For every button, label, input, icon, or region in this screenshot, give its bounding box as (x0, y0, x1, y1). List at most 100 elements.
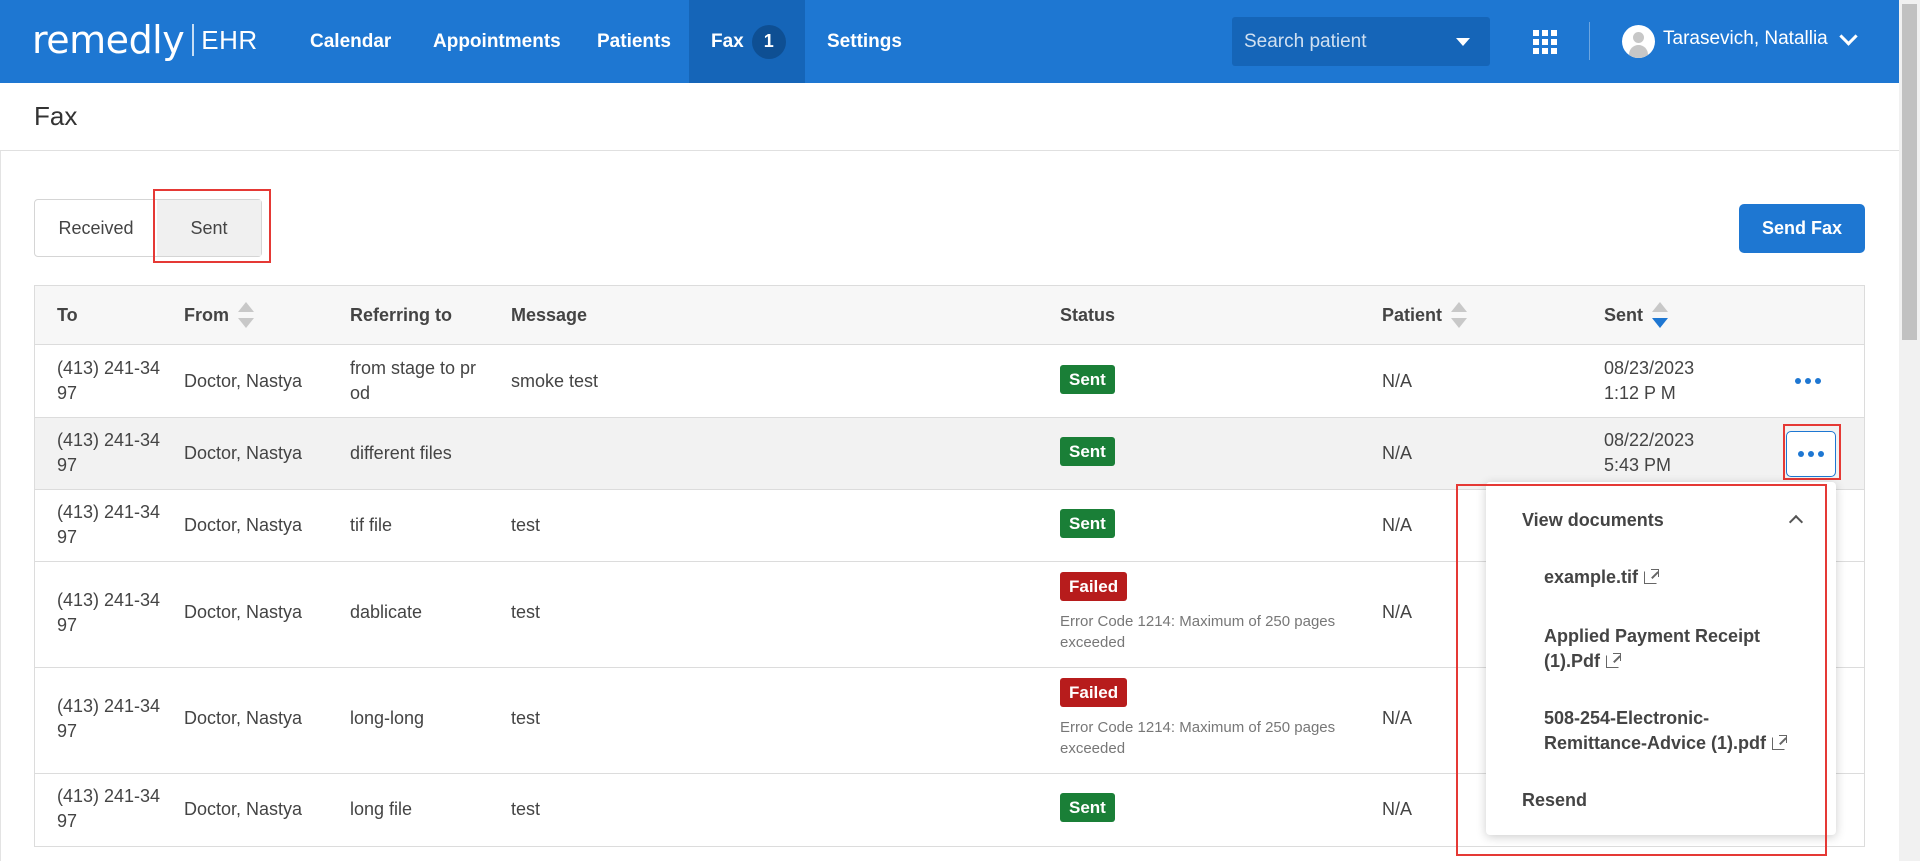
cell-from: Doctor, Nastya (184, 799, 303, 819)
cell-patient: N/A (1382, 515, 1413, 535)
cell-sent: 08/23/2023 1:12 P M (1604, 358, 1695, 403)
cell-message: test (511, 708, 541, 728)
cell-from: Doctor, Nastya (184, 515, 303, 535)
tab-sent[interactable]: Sent (157, 200, 261, 256)
chevron-up-icon[interactable] (1788, 514, 1804, 530)
sort-icon[interactable] (1451, 301, 1468, 330)
status-badge: Sent (1060, 365, 1115, 394)
nav-appointments[interactable]: Appointments (411, 0, 583, 83)
cell-status: Sent (1060, 365, 1115, 394)
sort-icon[interactable] (238, 301, 254, 330)
row-actions-menu: View documents example.tif Applied Payme… (1486, 482, 1836, 835)
cell-patient: N/A (1382, 708, 1413, 728)
document-link[interactable]: 508-254-Electronic-Remittance-Advice (1)… (1544, 706, 1804, 756)
search-placeholder: Search patient (1244, 30, 1367, 52)
content-left-border (0, 83, 1, 861)
document-name: example.tif (1544, 567, 1639, 587)
grid-icon[interactable] (1533, 30, 1557, 54)
status-badge: Failed (1060, 678, 1128, 707)
fax-count-badge: 1 (751, 24, 786, 59)
document-name: 508-254-Electronic-Remittance-Advice (1)… (1544, 708, 1767, 753)
external-link-icon (1772, 735, 1788, 750)
logo-divider (192, 24, 195, 56)
cell-from: Doctor, Nastya (184, 371, 303, 391)
column-from[interactable]: From (184, 286, 254, 345)
cell-referring: tif file (350, 515, 393, 535)
column-from-label: From (184, 305, 229, 325)
page-header: Fax (0, 83, 1899, 151)
cell-to: (413) 241-34 97 (57, 502, 161, 547)
sort-desc-icon[interactable] (1652, 301, 1669, 330)
avatar-icon[interactable] (1622, 25, 1655, 58)
view-documents-toggle[interactable]: View documents (1522, 510, 1664, 531)
more-horizontal-icon[interactable] (1783, 358, 1833, 404)
column-referring: Referring to (350, 305, 453, 325)
cell-to: (413) 241-34 97 (57, 358, 161, 403)
error-message: Error Code 1214: Maximum of 250 pages ex… (1060, 719, 1336, 757)
more-horizontal-icon[interactable] (1786, 431, 1836, 477)
cell-referring: different files (350, 443, 452, 463)
nav-settings[interactable]: Settings (805, 0, 924, 83)
send-fax-button[interactable]: Send Fax (1739, 204, 1865, 253)
caret-down-icon (1456, 38, 1470, 46)
cell-patient: N/A (1382, 602, 1413, 622)
cell-sent: 08/22/2023 5:43 PM (1604, 430, 1695, 475)
nav-calendar[interactable]: Calendar (288, 0, 413, 83)
brand-logo[interactable]: remedly EHR (32, 18, 258, 62)
nav-patients[interactable]: Patients (575, 0, 693, 83)
brand-name: remedly (32, 18, 185, 62)
cell-referring: dablicate (350, 602, 423, 622)
cell-patient: N/A (1382, 799, 1413, 819)
cell-referring: long file (350, 799, 413, 819)
document-link[interactable]: example.tif (1544, 565, 1804, 590)
search-patient-select[interactable]: Search patient (1232, 17, 1490, 66)
brand-product: EHR (201, 24, 258, 55)
external-link-icon (1606, 653, 1621, 668)
nav-fax-label: Fax (711, 30, 744, 52)
cell-status: Sent (1060, 509, 1115, 538)
cell-from: Doctor, Nastya (184, 602, 303, 622)
page-scrollbar[interactable] (1899, 0, 1920, 861)
tab-received[interactable]: Received (35, 200, 157, 256)
cell-to: (413) 241-34 97 (57, 696, 161, 741)
column-patient-label: Patient (1382, 305, 1443, 325)
column-patient[interactable]: Patient (1382, 286, 1468, 345)
status-badge: Sent (1060, 793, 1115, 822)
cell-to: (413) 241-34 97 (57, 430, 161, 475)
page-title: Fax (34, 101, 78, 131)
cell-from: Doctor, Nastya (184, 708, 303, 728)
status-badge: Sent (1060, 437, 1115, 466)
resend-button[interactable]: Resend (1522, 790, 1587, 811)
cell-from: Doctor, Nastya (184, 443, 303, 463)
fax-tabs: Received Sent (34, 199, 262, 257)
column-to: To (57, 305, 78, 325)
status-badge: Sent (1060, 509, 1115, 538)
table-row[interactable]: (413) 241-34 97 Doctor, Nastya from stag… (35, 345, 1864, 418)
cell-message: test (511, 515, 541, 535)
scrollbar-thumb[interactable] (1902, 4, 1917, 340)
nav-divider (1589, 22, 1590, 60)
column-sent-label: Sent (1604, 305, 1644, 325)
user-name[interactable]: Tarasevich, Natallia (1663, 28, 1828, 50)
column-sent[interactable]: Sent (1604, 286, 1669, 345)
cell-patient: N/A (1382, 443, 1413, 463)
cell-status: Failed Error Code 1214: Maximum of 250 p… (1060, 572, 1360, 653)
cell-patient: N/A (1382, 371, 1413, 391)
error-message: Error Code 1214: Maximum of 250 pages ex… (1060, 613, 1336, 651)
chevron-down-icon[interactable] (1839, 27, 1858, 46)
external-link-icon (1644, 569, 1660, 584)
table-header: To From Referring to Message Status Pati… (35, 286, 1864, 345)
column-message: Message (511, 305, 588, 325)
column-status: Status (1060, 305, 1116, 325)
cell-message: test (511, 602, 541, 622)
document-link[interactable]: Applied Payment Receipt (1).Pdf (1544, 624, 1804, 674)
nav-fax[interactable]: Fax 1 (689, 0, 805, 83)
table-row[interactable]: (413) 241-34 97 Doctor, Nastya different… (35, 418, 1864, 490)
cell-referring: from stage to pr od (350, 358, 477, 403)
cell-status: Sent (1060, 437, 1115, 466)
cell-to: (413) 241-34 97 (57, 786, 161, 831)
document-name: Applied Payment Receipt (1).Pdf (1544, 626, 1761, 671)
cell-status: Failed Error Code 1214: Maximum of 250 p… (1060, 678, 1360, 759)
cell-status: Sent (1060, 793, 1115, 822)
cell-to: (413) 241-34 97 (57, 590, 161, 635)
